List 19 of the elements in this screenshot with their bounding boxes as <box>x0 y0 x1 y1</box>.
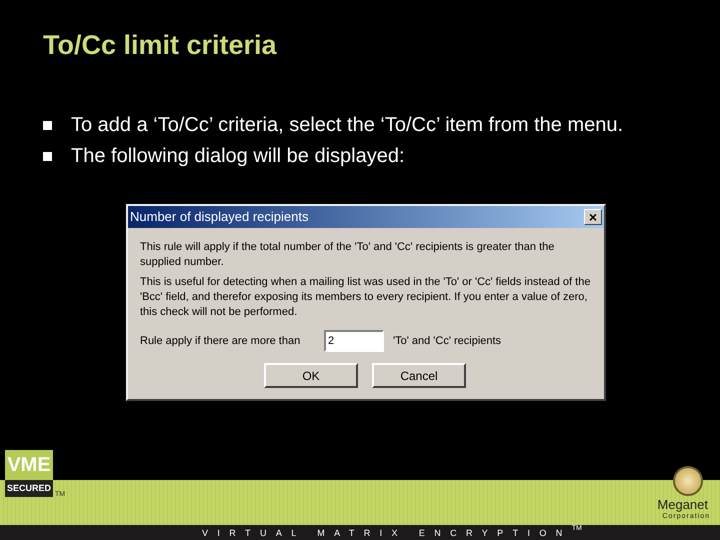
vme-logo: VME <box>5 450 53 480</box>
emblem-icon <box>673 466 703 496</box>
secured-label: SECURED <box>5 480 53 497</box>
dialog-paragraph: This rule will apply if the total number of the 'To' and 'Cc' recipients is greater than the supplied number. <box>140 240 556 270</box>
bullet-icon <box>43 121 52 130</box>
dialog-paragraph: This is useful for detecting when a mailing list was used in the 'To' or 'Cc' fields instead of the 'Bcc' field, and therefor exposing its members to every recipient. If you enter a value of zero, this check will not be performed. <box>140 275 592 320</box>
tagline: VIRTUAL MATRIX ENCRYPTION <box>202 526 572 538</box>
dialog-button[interactable]: OK <box>264 363 358 388</box>
dialog-button[interactable]: Cancel <box>372 363 466 388</box>
rule-label: Rule apply if there are more than <box>140 334 302 349</box>
close-button[interactable]: × <box>584 209 602 225</box>
company-name: Meganet <box>657 497 708 512</box>
number-input[interactable]: 2 <box>324 330 384 352</box>
dialog-title: Number of displayed recipients <box>130 208 308 226</box>
bullet-text: To add a ‘To/Cc’ criteria, select the ‘To/Cc’ item from the menu. <box>71 113 624 138</box>
slide-title: To/Cc limit criteria <box>43 29 278 62</box>
rule-suffix: 'To' and 'Cc' recipients <box>393 334 502 349</box>
bullet-icon <box>43 152 52 161</box>
bullet-text: The following dialog will be displayed: <box>71 144 406 169</box>
